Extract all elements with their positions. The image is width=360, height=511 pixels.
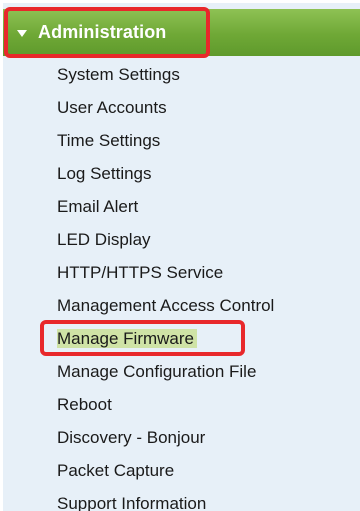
menu-item-label: Log Settings	[57, 164, 152, 183]
administration-submenu: System Settings User Accounts Time Setti…	[57, 60, 274, 511]
menu-item-label: Email Alert	[57, 197, 139, 216]
menu-item-user-accounts[interactable]: User Accounts	[57, 93, 274, 126]
expand-arrow-icon	[17, 29, 27, 37]
menu-item-manage-configuration-file[interactable]: Manage Configuration File	[57, 357, 274, 390]
menu-item-management-access-control[interactable]: Management Access Control	[57, 291, 274, 324]
menu-item-label: LED Display	[57, 230, 151, 249]
menu-item-label: Support Information	[57, 494, 207, 511]
menu-item-log-settings[interactable]: Log Settings	[57, 159, 274, 192]
administration-section-header[interactable]: Administration	[3, 9, 360, 56]
menu-item-label: Management Access Control	[57, 296, 275, 315]
menu-item-label: Reboot	[57, 395, 112, 414]
menu-item-http-https-service[interactable]: HTTP/HTTPS Service	[57, 258, 274, 291]
menu-item-discovery-bonjour[interactable]: Discovery - Bonjour	[57, 423, 274, 456]
menu-item-label: System Settings	[57, 65, 180, 84]
admin-nav-menu: Administration System Settings User Acco…	[0, 0, 360, 511]
administration-section-label: Administration	[38, 22, 167, 42]
menu-item-label: Manage Firmware	[57, 329, 197, 348]
menu-item-label: User Accounts	[57, 98, 167, 117]
menu-item-label: Time Settings	[57, 131, 161, 150]
menu-item-label: Manage Configuration File	[57, 362, 257, 381]
menu-item-label: Discovery - Bonjour	[57, 428, 206, 447]
menu-item-support-information[interactable]: Support Information	[57, 489, 274, 511]
menu-item-led-display[interactable]: LED Display	[57, 225, 274, 258]
menu-item-reboot[interactable]: Reboot	[57, 390, 274, 423]
menu-item-label: Packet Capture	[57, 461, 175, 480]
menu-item-time-settings[interactable]: Time Settings	[57, 126, 274, 159]
menu-item-manage-firmware[interactable]: Manage Firmware	[57, 324, 274, 357]
menu-item-label: HTTP/HTTPS Service	[57, 263, 224, 282]
menu-item-system-settings[interactable]: System Settings	[57, 60, 274, 93]
menu-item-email-alert[interactable]: Email Alert	[57, 192, 274, 225]
menu-item-packet-capture[interactable]: Packet Capture	[57, 456, 274, 489]
